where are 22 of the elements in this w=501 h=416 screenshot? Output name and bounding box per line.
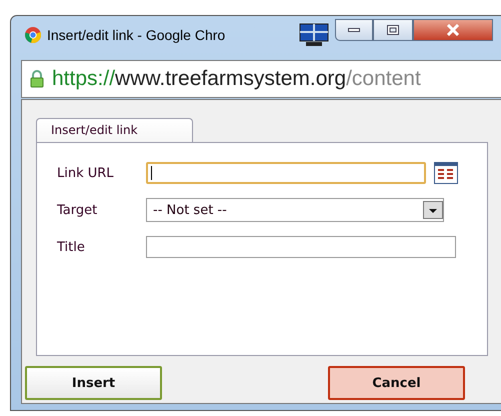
tab[interactable]: Insert/edit link: [36, 118, 193, 142]
minimize-icon: [348, 27, 360, 33]
browser-logo-icon: [25, 27, 41, 43]
field-label: Title: [57, 240, 86, 254]
url-text: https://www.treefarmsystem.org/content: [52, 67, 421, 91]
input-field[interactable]: [146, 162, 426, 184]
insert-button[interactable]: Insert: [25, 366, 162, 400]
close-button[interactable]: [413, 19, 493, 41]
monitor-icon: [298, 23, 330, 47]
target-dropdown[interactable]: -- Not set --: [146, 198, 444, 222]
address-bar[interactable]: https://www.treefarmsystem.org/content: [21, 60, 501, 98]
field-label: Link URL: [57, 166, 115, 180]
field-label: Target: [57, 202, 98, 218]
minimize-button[interactable]: [335, 19, 373, 41]
window-title: Insert/edit link - Google Chro: [47, 27, 226, 43]
maximize-icon: [387, 25, 399, 35]
maximize-button[interactable]: [373, 19, 413, 41]
list-browse-icon[interactable]: [434, 162, 458, 184]
lock-icon: [30, 70, 44, 88]
input-field[interactable]: [146, 236, 456, 258]
close-icon: [446, 24, 460, 36]
cancel-button[interactable]: Cancel: [328, 366, 465, 400]
